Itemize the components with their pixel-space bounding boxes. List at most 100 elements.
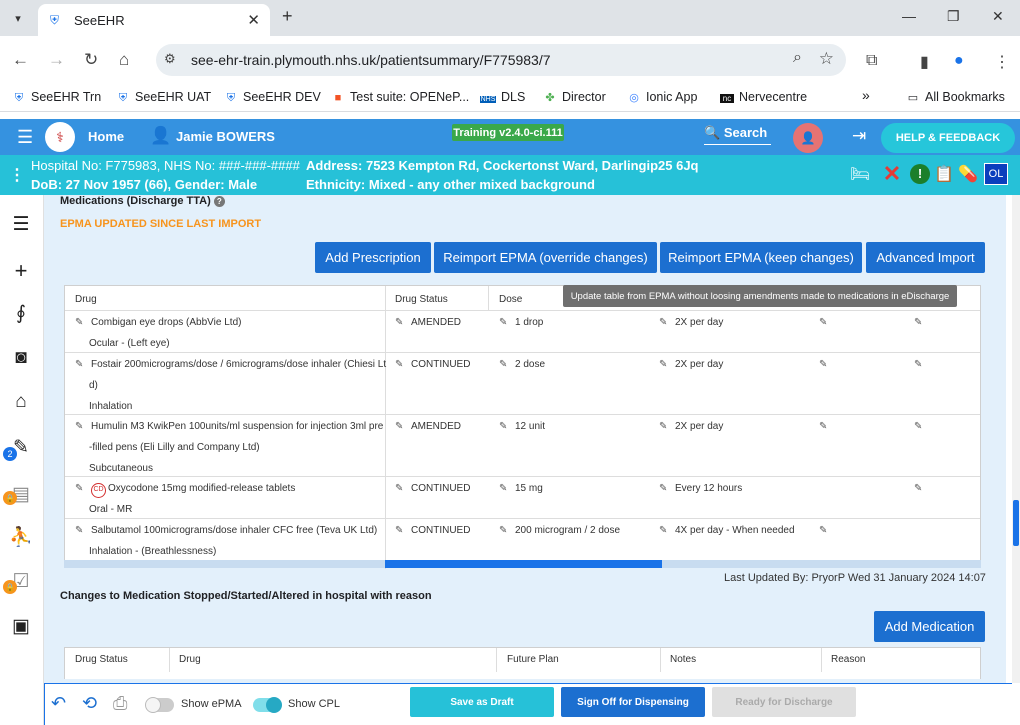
alert-cross-icon[interactable]: ✕: [880, 161, 904, 186]
bookmark-director[interactable]: ✤ Director: [543, 90, 605, 104]
new-tab-icon[interactable]: +: [282, 6, 293, 27]
advanced-import-button[interactable]: Advanced Import: [866, 242, 985, 273]
edit-pencil-icon[interactable]: ✎: [395, 416, 407, 437]
list-icon[interactable]: ☰: [9, 213, 33, 236]
help-feedback-button[interactable]: HELP & FEEDBACK: [881, 123, 1015, 153]
print-icon[interactable]: ⎙: [113, 693, 127, 714]
edit-pencil-icon[interactable]: ✎: [819, 520, 835, 541]
ol-badge[interactable]: OL: [984, 163, 1008, 185]
bed-icon[interactable]: 🛏: [848, 163, 872, 185]
add-medication-button[interactable]: Add Medication: [874, 611, 985, 642]
edit-pencil-icon[interactable]: ✎: [395, 312, 407, 333]
menu-icon[interactable]: ☰: [17, 127, 33, 148]
edit-pencil-icon[interactable]: ✎: [914, 312, 930, 333]
edit-pencil-icon[interactable]: ✎: [395, 520, 407, 541]
more-bookmarks-icon[interactable]: »: [862, 87, 870, 103]
edit-pencil-icon[interactable]: ✎: [75, 520, 87, 541]
restore-icon[interactable]: ❐: [947, 8, 960, 25]
bookmark-nervecentre[interactable]: nc Nervecentre: [720, 90, 807, 104]
edit-pencil-icon[interactable]: ✎: [659, 312, 671, 333]
edit-pencil-icon[interactable]: ✎: [499, 312, 511, 333]
pill-icon[interactable]: 💊: [956, 163, 980, 185]
show-epma-toggle[interactable]: [145, 697, 174, 713]
discharge-person-icon[interactable]: ⛹: [9, 525, 33, 549]
edit-pencil-icon[interactable]: ✎: [395, 354, 407, 375]
edit-pencil-icon[interactable]: ✎: [659, 520, 671, 541]
drug-cell[interactable]: ✎ Salbutamol 100micrograms/dose inhaler C…: [75, 520, 377, 541]
frequency-cell[interactable]: ✎ 2X per day: [659, 312, 723, 333]
bookmark-test-suite[interactable]: ■ Test suite: OPENeP...: [331, 90, 470, 104]
close-tab-icon[interactable]: ✕: [247, 11, 260, 29]
table-horizontal-scrollbar[interactable]: [64, 560, 981, 568]
edit-pencil-icon[interactable]: ✎: [499, 520, 511, 541]
minimize-icon[interactable]: —: [902, 8, 916, 24]
warning-icon[interactable]: !: [908, 163, 932, 185]
back-icon[interactable]: ←: [12, 50, 29, 70]
frequency-cell[interactable]: ✎ 2X per day: [659, 416, 723, 437]
edit-pencil-icon[interactable]: ✎: [75, 478, 87, 499]
horizontal-scrollbar-thumb[interactable]: [385, 560, 662, 568]
patient-name-link[interactable]: Jamie BOWERS: [176, 129, 275, 144]
clipboard-icon[interactable]: 📋: [932, 163, 956, 185]
edit-pencil-icon[interactable]: ✎: [395, 478, 407, 499]
site-info-icon[interactable]: ⚙: [164, 51, 176, 67]
edit-pencil-icon[interactable]: ✎: [75, 416, 87, 437]
search-button[interactable]: 🔍 Search: [704, 125, 772, 145]
frequency-cell[interactable]: ✎ Every 12 hours: [659, 478, 742, 499]
logout-icon[interactable]: ⇥: [852, 126, 866, 146]
show-cpl-toggle[interactable]: [253, 697, 282, 713]
camera-icon[interactable]: ◙: [9, 347, 33, 369]
drug-cell[interactable]: ✎ Fostair 200micrograms/dose / 6microgram…: [75, 354, 386, 375]
browser-menu-icon[interactable]: ⋮: [994, 52, 1010, 72]
home-link[interactable]: Home: [88, 129, 124, 144]
omnibox[interactable]: ⚙ see-ehr-train.plymouth.nhs.uk/patients…: [156, 44, 846, 76]
dose-cell[interactable]: ✎ 1 drop: [499, 312, 543, 333]
add-prescription-button[interactable]: Add Prescription: [315, 242, 431, 273]
undo-icon[interactable]: ↶: [51, 693, 66, 714]
browser-tab[interactable]: ⛨ SeeEHR ✕: [38, 4, 270, 36]
home-icon[interactable]: ⌂: [119, 50, 129, 70]
bookmark-dls[interactable]: NHS DLS: [480, 90, 525, 104]
status-cell[interactable]: ✎ AMENDED: [395, 416, 461, 437]
profile-icon[interactable]: ●: [954, 52, 964, 70]
edit-pencil-icon[interactable]: ✎: [819, 312, 835, 333]
add-icon[interactable]: +: [9, 258, 33, 284]
edit-pencil-icon[interactable]: ✎: [819, 416, 835, 437]
side-panel-icon[interactable]: ▮: [920, 52, 929, 72]
edit-pencil-icon[interactable]: ✎: [819, 354, 835, 375]
xray-icon[interactable]: ▣: [9, 615, 33, 638]
bookmark-ionic-app[interactable]: ◎ Ionic App: [627, 90, 697, 104]
forward-icon[interactable]: →: [48, 50, 65, 70]
zoom-icon[interactable]: ⌕: [793, 49, 802, 67]
ready-for-discharge-button[interactable]: Ready for Discharge: [712, 687, 856, 717]
status-cell[interactable]: ✎ CONTINUED: [395, 354, 470, 375]
frequency-cell[interactable]: ✎ 4X per day - When needed: [659, 520, 795, 541]
close-window-icon[interactable]: ✕: [992, 8, 1004, 25]
scrollbar-thumb[interactable]: [1013, 500, 1019, 546]
reimport-override-button[interactable]: Reimport EPMA (override changes): [434, 242, 657, 273]
edit-pencil-icon[interactable]: ✎: [659, 354, 671, 375]
reload-icon[interactable]: ↻: [84, 50, 98, 70]
bookmark-seeehr-dev[interactable]: ⛨ SeeEHR DEV: [224, 90, 321, 105]
drug-cell[interactable]: ✎ Humulin M3 KwikPen 100units/ml suspensi…: [75, 416, 383, 437]
edit-pencil-icon[interactable]: ✎: [75, 354, 87, 375]
dose-cell[interactable]: ✎ 12 unit: [499, 416, 545, 437]
stethoscope-icon[interactable]: ∮: [9, 302, 33, 325]
help-icon[interactable]: ?: [213, 196, 225, 207]
banner-menu-icon[interactable]: ⋮: [9, 165, 25, 185]
dose-cell[interactable]: ✎ 15 mg: [499, 478, 543, 499]
edit-pencil-icon[interactable]: ✎: [914, 416, 930, 437]
bookmark-seeehr-trn[interactable]: ⛨ SeeEHR Trn: [12, 90, 101, 105]
edit-pencil-icon[interactable]: ✎: [499, 416, 511, 437]
house-medical-icon[interactable]: ⌂: [9, 391, 33, 413]
dose-cell[interactable]: ✎ 2 dose: [499, 354, 545, 375]
drug-cell[interactable]: ✎ CD Oxycodone 15mg modified-release table…: [75, 478, 295, 499]
frequency-cell[interactable]: ✎ 2X per day: [659, 354, 723, 375]
status-cell[interactable]: ✎ CONTINUED: [395, 520, 470, 541]
status-cell[interactable]: ✎ CONTINUED: [395, 478, 470, 499]
dose-cell[interactable]: ✎ 200 microgram / 2 dose: [499, 520, 620, 541]
edit-pencil-icon[interactable]: ✎: [499, 354, 511, 375]
all-bookmarks[interactable]: ▭ All Bookmarks: [906, 90, 1005, 104]
history-icon[interactable]: ⟲: [82, 693, 97, 714]
extensions-icon[interactable]: ⧉: [866, 52, 877, 70]
